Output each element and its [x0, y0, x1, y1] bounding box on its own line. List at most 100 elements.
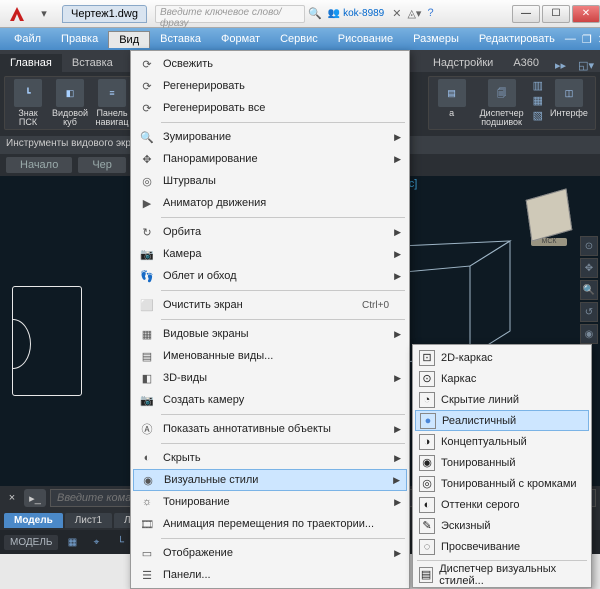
ribbon-collapse-icon[interactable]: ◱▾ [572, 59, 600, 72]
search-input[interactable]: Введите ключевое слово/фразу [155, 5, 305, 23]
submenu-item[interactable]: ◔Скрытие линий [415, 389, 589, 410]
file-tab-drawing[interactable]: Чер [78, 157, 126, 173]
menu-item-clean[interactable]: ⬜Очистить экранCtrl+0 [133, 294, 407, 316]
app-logo-icon[interactable] [4, 1, 30, 27]
menu-dim[interactable]: Размеры [403, 31, 469, 47]
submenu-label: Тонированный [441, 457, 515, 469]
menu-item-anno[interactable]: ⒶПоказать аннотативные объекты▶ [133, 418, 407, 440]
menu-item-label: Тонирование [163, 496, 230, 508]
menu-item-regen-all[interactable]: ⟳Регенерировать все [133, 97, 407, 119]
menu-item-display[interactable]: ▭Отображение▶ [133, 542, 407, 564]
interface-button[interactable]: ◫Интерфе [547, 79, 591, 118]
menu-item-wheel[interactable]: ◎Штурвалы [133, 170, 407, 192]
viewcube-button[interactable]: ◧Видовой куб [51, 79, 89, 127]
navbar-zoom-icon[interactable]: 🔍 [580, 280, 598, 300]
user-name: kok-8989 [343, 8, 384, 19]
user-chip[interactable]: 👥 kok-8989 [328, 8, 385, 19]
menu-item-orbit[interactable]: ↻Орбита▶ [133, 221, 407, 243]
file-tab-start[interactable]: Начало [6, 157, 72, 173]
submenu-label: Эскизный [441, 520, 491, 532]
menu-item-visual[interactable]: ◉Визуальные стили▶ [133, 469, 407, 491]
help-dropdown-icon[interactable]: ◬▾ [407, 7, 421, 20]
menu-item-panels[interactable]: ☰Панели... [133, 564, 407, 586]
ucs-icon-button[interactable]: ┗Знак ПСК [9, 79, 47, 127]
menu-item-walk[interactable]: 👣Облет и обход▶ [133, 265, 407, 287]
cmd-history-icon[interactable]: ▸_ [24, 489, 46, 507]
ribbon-extra-icon[interactable]: ▸▸ [549, 59, 572, 72]
submenu-item[interactable]: ⊡2D-каркас [415, 347, 589, 368]
menu-item-viewports[interactable]: ▦Видовые экраны▶ [133, 323, 407, 345]
menu-item-anim[interactable]: 🎞Анимация перемещения по траектории... [133, 513, 407, 535]
minimize-button[interactable]: — [512, 5, 540, 23]
menu-item-refresh[interactable]: ⟳Освежить [133, 53, 407, 75]
menu-view[interactable]: Вид [108, 31, 150, 48]
status-model[interactable]: МОДЕЛЬ [4, 535, 58, 550]
ribbon-tab-a360[interactable]: A360 [503, 54, 549, 72]
menu-item-label: Именованные виды... [163, 350, 273, 362]
submenu-item[interactable]: ◌Просвечивание [415, 536, 589, 557]
mini-icon[interactable]: ▦ [533, 94, 543, 107]
doc-restore-icon[interactable]: ❐ [582, 33, 592, 46]
status-snap-icon[interactable]: ⌖ [86, 533, 106, 551]
ribbon-tab-home[interactable]: Главная [0, 54, 62, 72]
submenu-item[interactable]: ◐Оттенки серого [415, 494, 589, 515]
layout-tab-model[interactable]: Модель [4, 513, 63, 528]
submenu-item[interactable]: ⊙Каркас [415, 368, 589, 389]
menu-draw[interactable]: Рисование [328, 31, 403, 47]
menu-item-label: Регенерировать все [163, 102, 265, 114]
mini-icon[interactable]: ▧ [533, 109, 543, 122]
navbar-orbit-icon[interactable]: ↺ [580, 302, 598, 322]
menu-item-named[interactable]: ▤Именованные виды... [133, 345, 407, 367]
menu-item-motion[interactable]: ▶Аниматор движения [133, 192, 407, 214]
ribbon-tab-addins[interactable]: Надстройки [423, 54, 503, 72]
submenu-item[interactable]: ✎Эскизный [415, 515, 589, 536]
search-icon[interactable]: 🔍 [308, 7, 322, 20]
navbar-wheel-icon[interactable]: ◉ [580, 324, 598, 344]
visual-icon: ◉ [138, 471, 158, 489]
submenu-item[interactable]: ◉Тонированный [415, 452, 589, 473]
submenu-item[interactable]: ◎Тонированный с кромками [415, 473, 589, 494]
exchange-icon[interactable]: ✕ [392, 7, 401, 20]
menu-item-shade[interactable]: ☼Тонирование▶ [133, 491, 407, 513]
close-button[interactable]: ✕ [572, 5, 600, 23]
cmd-close-icon[interactable]: × [4, 492, 20, 504]
menu-item-camera[interactable]: 📷Камера▶ [133, 243, 407, 265]
submenu-item[interactable]: ◑Концептуальный [415, 431, 589, 452]
layout-tab-1[interactable]: Лист1 [65, 513, 112, 528]
menu-item-label: Панели... [163, 569, 211, 581]
menu-item-hide[interactable]: ◐Скрыть▶ [133, 447, 407, 469]
menu-item-pan[interactable]: ✥Панорамирование▶ [133, 148, 407, 170]
navbar-full-icon[interactable]: ⊙ [580, 236, 598, 256]
status-grid-icon[interactable]: ▦ [62, 533, 82, 551]
status-ortho-icon[interactable]: └ [110, 533, 130, 551]
menu-modify[interactable]: Редактировать [469, 31, 565, 47]
help-icon[interactable]: ? [427, 7, 433, 20]
menu-service[interactable]: Сервис [270, 31, 328, 47]
menu-edit[interactable]: Правка [51, 31, 108, 47]
palette-button[interactable]: ▤а [433, 79, 471, 118]
menu-item-3dview[interactable]: ◧3D-виды▶ [133, 367, 407, 389]
pan-icon: ✥ [137, 150, 157, 168]
ribbon-tab-insert[interactable]: Вставка [62, 54, 123, 72]
document-tab[interactable]: Чертеж1.dwg [62, 5, 147, 23]
mini-icon[interactable]: ▥ [533, 79, 543, 92]
menu-insert[interactable]: Вставка [150, 31, 211, 47]
viewports-icon: ▦ [137, 325, 157, 343]
view-cube[interactable]: МСК [528, 194, 570, 246]
menu-item-zoom[interactable]: 🔍Зумирование▶ [133, 126, 407, 148]
menu-format[interactable]: Формат [211, 31, 270, 47]
submenu-item[interactable]: ●Реалистичный [415, 410, 589, 431]
chevron-right-icon: ▶ [394, 453, 401, 464]
navbar-button[interactable]: ≡Панель навигац [93, 79, 131, 127]
menu-item-cam-create[interactable]: 📷Создать камеру [133, 389, 407, 411]
menu-item-label: Зумирование [163, 131, 231, 143]
navbar-pan-icon[interactable]: ✥ [580, 258, 598, 278]
maximize-button[interactable]: ☐ [542, 5, 570, 23]
refresh-icon: ⟳ [137, 55, 157, 73]
doc-minimize-icon[interactable]: — [565, 33, 576, 46]
submenu-item[interactable]: ▤Диспетчер визуальных стилей... [415, 564, 589, 585]
menu-item-regen[interactable]: ⟳Регенерировать [133, 75, 407, 97]
menu-file[interactable]: Файл [4, 31, 51, 47]
sheetset-button[interactable]: 🗐Диспетчер подшивок [475, 79, 529, 127]
qat-dropdown-icon[interactable]: ▾ [34, 4, 54, 24]
